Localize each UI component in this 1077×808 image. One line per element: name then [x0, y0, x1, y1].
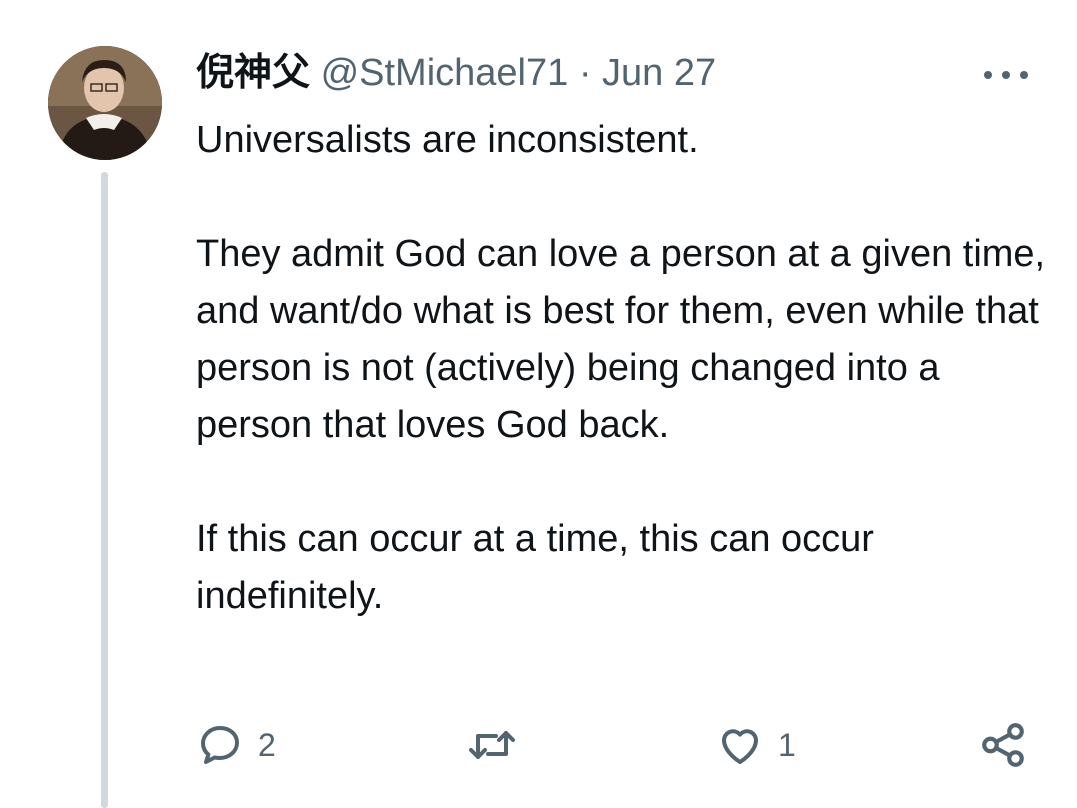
more-options-button[interactable] [984, 60, 1028, 90]
tweet-text: Universalists are inconsistent. They adm… [196, 112, 1046, 625]
share-button[interactable] [978, 715, 1028, 775]
reply-icon [201, 726, 239, 764]
avatar[interactable] [48, 46, 162, 160]
share-icon [982, 723, 1024, 767]
thread-line [101, 172, 108, 808]
tweet-paragraph: Universalists are inconsistent. [196, 119, 699, 161]
tweet-actions: 2 1 [0, 715, 1077, 775]
tweet-header: 倪神父 @StMichael71 · Jun 27 [196, 50, 716, 96]
header-separator: · [578, 52, 592, 94]
more-dot-icon [1020, 71, 1028, 79]
reply-count: 2 [258, 726, 276, 763]
more-dot-icon [1002, 71, 1010, 79]
like-button[interactable]: 1 [716, 715, 796, 775]
tweet-date[interactable]: Jun 27 [602, 52, 716, 94]
tweet-paragraph: They admit God can love a person at a gi… [196, 233, 1046, 446]
more-dot-icon [984, 71, 992, 79]
like-count: 1 [778, 726, 796, 763]
retweet-button[interactable] [466, 715, 518, 775]
tweet-paragraph: If this can occur at a time, this can oc… [196, 518, 874, 617]
retweet-icon [469, 731, 515, 759]
user-handle[interactable]: @StMichael71 [321, 52, 569, 94]
display-name[interactable]: 倪神父 [196, 52, 310, 94]
reply-button[interactable]: 2 [196, 715, 276, 775]
heart-icon [722, 729, 758, 764]
